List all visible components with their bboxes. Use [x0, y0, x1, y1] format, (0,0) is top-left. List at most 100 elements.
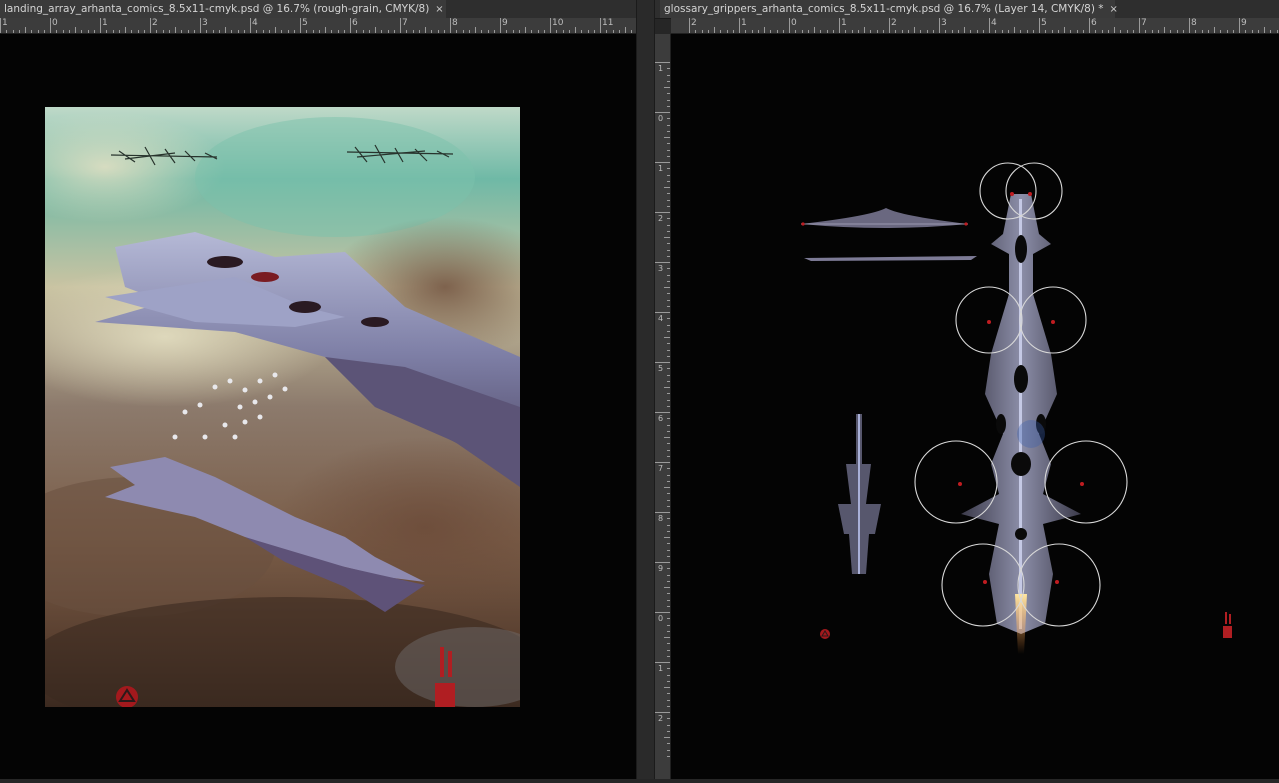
ruler-minor-tick — [1182, 30, 1184, 33]
ruler-minor-tick — [287, 30, 289, 33]
ruler-minor-tick — [81, 30, 83, 33]
document-canvas-right[interactable] — [671, 34, 1279, 779]
ruler-minor-tick — [443, 30, 445, 33]
ruler-minor-tick — [964, 27, 965, 33]
ruler-minor-tick — [770, 30, 772, 33]
ruler-minor-tick — [667, 418, 670, 420]
ruler-label: 8 — [658, 514, 664, 523]
ruler-minor-tick — [667, 349, 670, 351]
vertical-ruler-right[interactable]: 1 0 1 2 3 4 5 6 7 8 9 0 1 2 — [655, 34, 671, 779]
ruler-label: 7 — [1141, 18, 1147, 28]
ruler-minor-tick — [206, 30, 208, 33]
ruler-tick — [500, 18, 501, 33]
ruler-tick — [989, 18, 990, 33]
ruler-minor-tick — [268, 30, 270, 33]
ruler-minor-tick — [870, 30, 872, 33]
ruler-minor-tick — [356, 30, 358, 33]
tab-title: glossary_grippers_arhanta_comics_8.5x11-… — [664, 3, 1104, 15]
ruler-minor-tick — [1220, 30, 1222, 33]
ruler-minor-tick — [714, 27, 715, 33]
ruler-tick — [250, 18, 251, 33]
ruler-minor-tick — [587, 30, 589, 33]
ruler-minor-tick — [667, 155, 670, 157]
ruler-minor-tick — [1114, 27, 1115, 33]
ruler-minor-tick — [667, 305, 670, 307]
ruler-minor-tick — [37, 30, 39, 33]
ruler-minor-tick — [667, 624, 670, 626]
ruler-minor-tick — [667, 549, 670, 551]
ruler-minor-tick — [325, 27, 326, 33]
ruler-label: 2 — [658, 214, 664, 223]
ruler-tick — [889, 18, 890, 33]
ruler-minor-tick — [707, 30, 709, 33]
ruler-label: 8 — [1191, 18, 1197, 28]
ruler-minor-tick — [362, 30, 364, 33]
ruler-minor-tick — [593, 30, 595, 33]
ruler-minor-tick — [667, 124, 670, 126]
ruler-tick — [739, 18, 740, 33]
ruler-minor-tick — [667, 724, 670, 726]
large-topdown-ship — [961, 194, 1081, 654]
ruler-minor-tick — [995, 30, 997, 33]
ruler-label: 5 — [1041, 18, 1047, 28]
ruler-minor-tick — [851, 30, 853, 33]
ruler-minor-tick — [664, 337, 670, 338]
tab-glossary-grippers[interactable]: glossary_grippers_arhanta_comics_8.5x11-… — [660, 0, 1118, 18]
ruler-minor-tick — [667, 380, 670, 382]
ruler-minor-tick — [531, 30, 533, 33]
ruler-minor-tick — [331, 30, 333, 33]
ruler-label: 9 — [658, 564, 664, 573]
ruler-minor-tick — [826, 30, 828, 33]
ruler-minor-tick — [882, 30, 884, 33]
ruler-minor-tick — [1095, 30, 1097, 33]
ruler-minor-tick — [393, 30, 395, 33]
glossary-grippers-illustration — [801, 162, 1232, 654]
ruler-label: 1 — [2, 18, 8, 28]
document-canvas-left[interactable] — [0, 34, 636, 779]
ruler-minor-tick — [667, 149, 670, 151]
ruler-minor-tick — [664, 137, 670, 138]
ruler-minor-tick — [1045, 30, 1047, 33]
ruler-minor-tick — [667, 74, 670, 76]
horizontal-ruler-right[interactable]: 2 1 0 1 2 3 4 5 6 7 8 9 — [671, 18, 1279, 34]
close-icon[interactable]: × — [1110, 4, 1118, 15]
ruler-tick — [1039, 18, 1040, 33]
ruler-label: 1 — [658, 164, 664, 173]
ruler-tick — [1139, 18, 1140, 33]
artwork-landing-array — [45, 107, 520, 707]
ruler-minor-tick — [667, 93, 670, 95]
ruler-minor-tick — [667, 743, 670, 745]
ruler-minor-tick — [667, 130, 670, 132]
ruler-minor-tick — [337, 30, 339, 33]
ruler-minor-tick — [612, 30, 614, 33]
ruler-minor-tick — [1070, 30, 1072, 33]
ruler-minor-tick — [832, 30, 834, 33]
horizontal-ruler-left[interactable]: 1 0 1 2 3 4 5 6 7 8 9 10 11 — [0, 18, 636, 34]
ruler-tick — [0, 18, 1, 33]
ruler-minor-tick — [1257, 30, 1259, 33]
ruler-minor-tick — [431, 30, 433, 33]
ruler-minor-tick — [1076, 30, 1078, 33]
tab-landing-array[interactable]: landing_array_arhanta_comics_8.5x11-cmyk… — [0, 0, 446, 18]
ruler-minor-tick — [1245, 30, 1247, 33]
close-icon[interactable]: × — [435, 4, 443, 15]
ruler-label: 1 — [102, 18, 108, 28]
ruler-minor-tick — [667, 280, 670, 282]
ruler-minor-tick — [625, 27, 626, 33]
ruler-minor-tick — [667, 618, 670, 620]
ruler-tick — [655, 112, 670, 113]
ruler-minor-tick — [1126, 30, 1128, 33]
ruler-minor-tick — [225, 27, 226, 33]
ruler-tick — [1239, 18, 1240, 33]
ruler-minor-tick — [456, 30, 458, 33]
ruler-minor-tick — [667, 174, 670, 176]
ruler-minor-tick — [1226, 30, 1228, 33]
ruler-minor-tick — [807, 30, 809, 33]
ruler-minor-tick — [1176, 30, 1178, 33]
ruler-label: 9 — [1241, 18, 1247, 28]
ruler-minor-tick — [6, 30, 8, 33]
ruler-label: 4 — [991, 18, 997, 28]
ruler-minor-tick — [667, 649, 670, 651]
ruler-minor-tick — [664, 587, 670, 588]
pane-divider[interactable] — [636, 0, 655, 779]
